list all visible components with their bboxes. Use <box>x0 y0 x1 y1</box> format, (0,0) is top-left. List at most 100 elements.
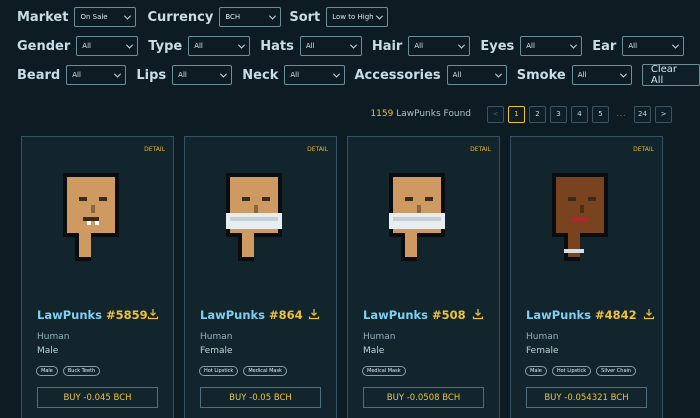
download-icon[interactable] <box>147 308 159 320</box>
chevron-down-icon <box>220 70 228 78</box>
eye-left <box>405 197 413 201</box>
nft-card[interactable]: DETAIL LawPunks #864 Human Female Hot Li… <box>184 136 337 418</box>
download-icon[interactable] <box>308 308 320 320</box>
nft-card[interactable]: DETAIL LawPunks #5859 Human Male Male Bu… <box>21 136 174 418</box>
card-type: Human <box>200 332 233 342</box>
nose <box>417 205 421 213</box>
card-title-prefix: LawPunks <box>526 308 596 322</box>
sort-select[interactable]: Low to High <box>326 7 389 27</box>
buy-button[interactable]: BUY - 0.05 BCH <box>200 387 321 408</box>
page-button-1[interactable]: 1 <box>508 105 525 123</box>
mask-fold <box>230 217 278 221</box>
eye-right <box>425 197 433 201</box>
type-label: Type <box>148 38 183 54</box>
clear-all-button[interactable]: Clear All <box>641 64 700 86</box>
silver-chain <box>564 249 584 253</box>
trait-tag: Male <box>36 366 58 376</box>
punk-avatar <box>552 173 608 261</box>
nose <box>254 205 258 213</box>
market-label: Market <box>17 9 69 25</box>
punk-avatar <box>226 173 282 261</box>
beard-select[interactable]: All <box>66 65 127 85</box>
eyes-select-value: All <box>526 42 535 50</box>
lipstick <box>572 217 588 221</box>
type-select-value: All <box>194 42 203 50</box>
filter-row-market: Market On Sale Currency BCH Sort Low to … <box>0 5 389 29</box>
chevron-down-icon <box>458 41 466 49</box>
neck-select-value: All <box>290 71 300 79</box>
results-count-number: 1159 <box>370 109 394 119</box>
currency-select-value: BCH <box>225 13 241 21</box>
results-count-suffix: LawPunks Found <box>396 109 471 119</box>
eye-right <box>588 197 596 201</box>
download-icon[interactable] <box>643 308 655 320</box>
trait-tag: Buck Teeth <box>62 366 101 376</box>
chevron-down-icon <box>269 12 277 20</box>
page-ellipsis: ... <box>616 110 627 118</box>
page-button-2[interactable]: 2 <box>529 105 546 123</box>
buy-label: BUY - <box>229 392 253 403</box>
hair-select[interactable]: All <box>408 36 471 56</box>
card-gender: Female <box>526 346 559 356</box>
neck <box>79 233 91 257</box>
mask-fold <box>393 217 441 221</box>
gender-label: Gender <box>17 38 71 54</box>
hats-select-value: All <box>305 42 315 50</box>
currency-label: Currency <box>147 9 214 25</box>
currency-select[interactable]: BCH <box>219 7 282 27</box>
eye-left <box>568 197 576 201</box>
trait-tag: Hot Lipstick <box>199 366 239 376</box>
chevron-down-icon <box>349 41 357 49</box>
neck-select[interactable]: All <box>284 65 345 85</box>
card-token-id: #5859 <box>106 308 148 322</box>
lips-select-value: All <box>178 71 187 79</box>
page-button-5[interactable]: 5 <box>592 105 609 123</box>
lips-label: Lips <box>136 67 167 83</box>
gender-select-value: All <box>82 42 91 50</box>
neck <box>568 233 580 257</box>
smoke-select[interactable]: All <box>571 65 632 85</box>
page-prev-button[interactable]: < <box>487 105 504 123</box>
hair-select-value: All <box>414 42 424 50</box>
neck <box>242 233 254 257</box>
ear-select-value: All <box>628 42 638 50</box>
punk-avatar <box>63 173 119 261</box>
card-gender: Female <box>200 346 233 356</box>
chevron-down-icon <box>332 70 340 78</box>
hats-select[interactable]: All <box>299 36 362 56</box>
buy-button[interactable]: BUY - 0.054321 BCH <box>526 387 647 408</box>
page-button-last[interactable]: 24 <box>634 105 651 123</box>
eye-right <box>99 197 107 201</box>
type-select[interactable]: All <box>188 36 251 56</box>
eyes-select[interactable]: All <box>520 36 583 56</box>
card-tags: Male Hot Lipstick Silver Chain <box>525 366 641 376</box>
ear-select[interactable]: All <box>622 36 685 56</box>
buy-label: BUY - <box>63 392 87 403</box>
accessories-select-value: All <box>452 71 462 79</box>
page-button-4[interactable]: 4 <box>571 105 588 123</box>
card-tags: Hot Lipstick Medical Mask <box>199 366 292 376</box>
nft-card[interactable]: DETAIL LawPunks #508 Human Male Medical … <box>347 136 500 418</box>
accessories-label: Accessories <box>354 67 441 83</box>
beard-select-value: All <box>72 71 81 79</box>
market-select-value: On Sale <box>80 13 108 21</box>
buy-label: BUY - <box>386 392 410 403</box>
download-icon[interactable] <box>472 308 484 320</box>
market-select[interactable]: On Sale <box>74 7 137 27</box>
buy-button[interactable]: BUY - 0.045 BCH <box>37 387 158 408</box>
buy-price: 0.045 BCH <box>86 392 132 403</box>
chevron-down-icon <box>570 41 578 49</box>
chevron-down-icon <box>238 41 246 49</box>
accessories-select[interactable]: All <box>446 65 507 85</box>
sort-select-value: Low to High <box>332 13 374 21</box>
card-title: LawPunks #5859 <box>37 308 148 322</box>
gender-select[interactable]: All <box>76 36 139 56</box>
lips-select[interactable]: All <box>172 65 233 85</box>
buy-label: BUY - <box>544 392 568 403</box>
buy-button[interactable]: BUY - 0.0508 BCH <box>363 387 484 408</box>
page-button-3[interactable]: 3 <box>550 105 567 123</box>
card-gender: Male <box>363 346 385 356</box>
page-next-button[interactable]: > <box>655 105 672 123</box>
nft-card[interactable]: DETAIL LawPunks #4842 Human Female Male … <box>510 136 663 418</box>
eyes-label: Eyes <box>480 38 515 54</box>
